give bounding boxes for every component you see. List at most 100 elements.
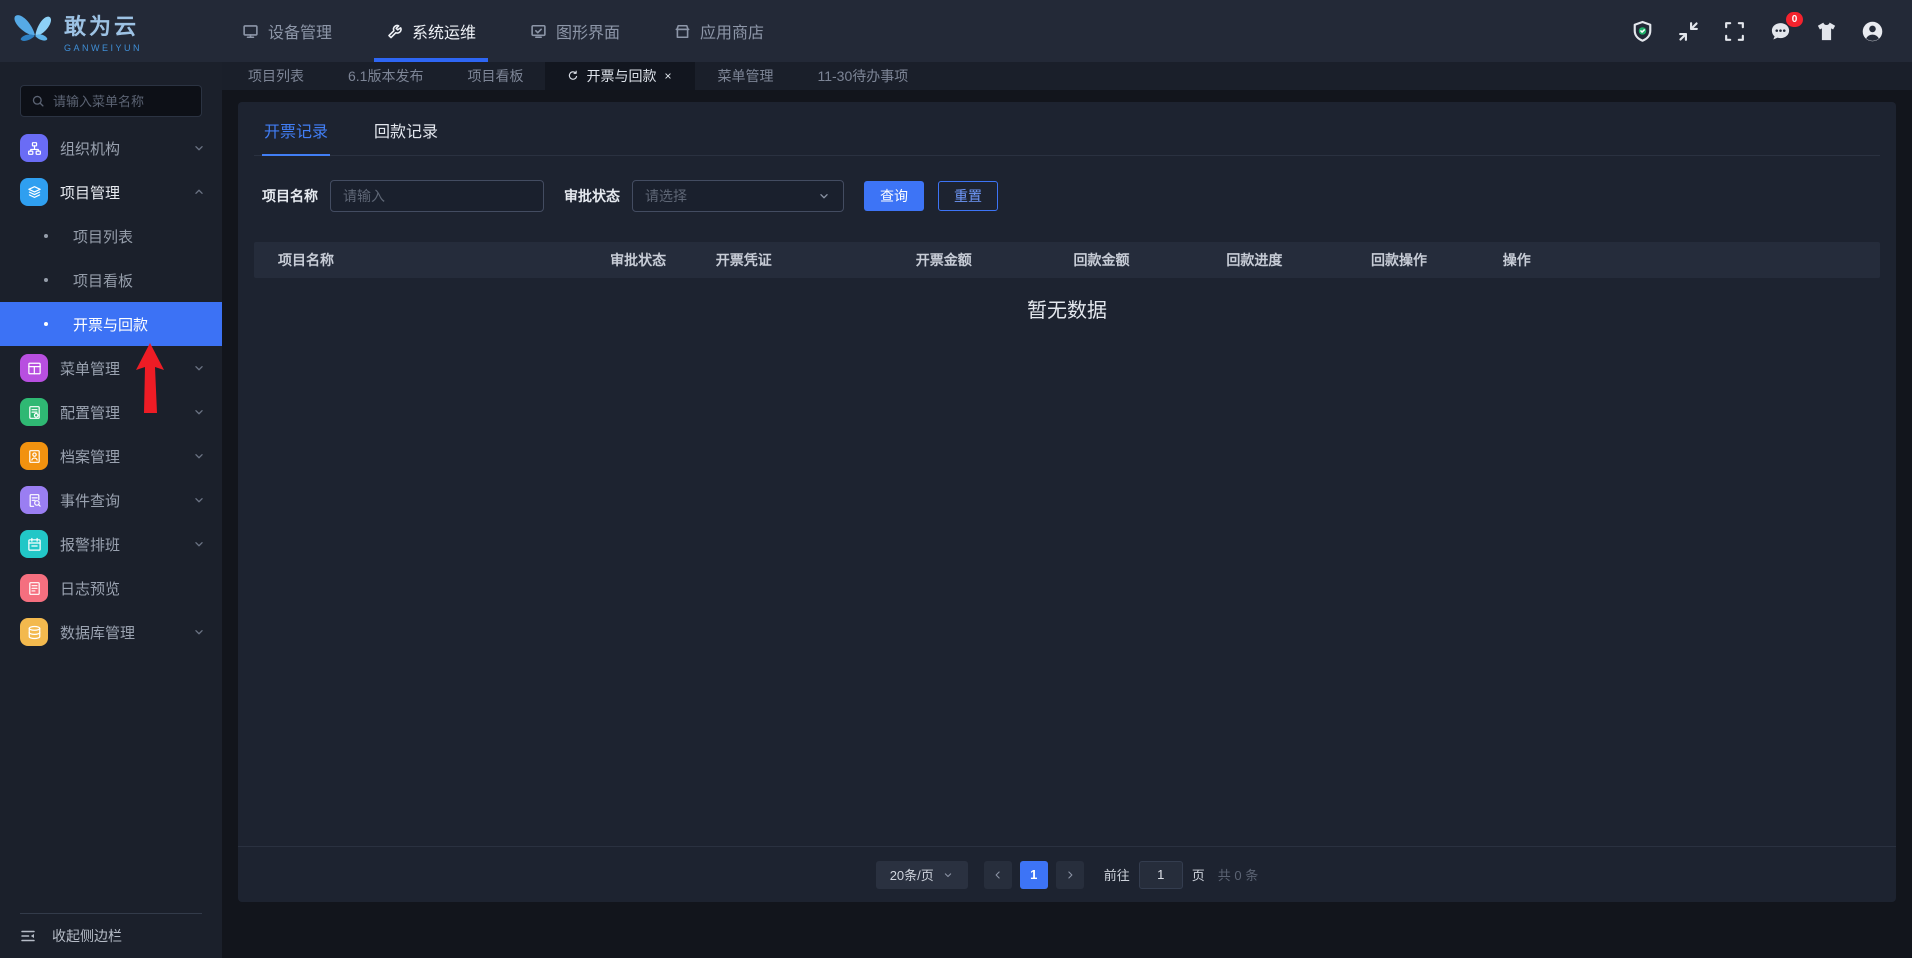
theme-shirt-icon[interactable] xyxy=(1815,20,1838,43)
brand: 敢为云 GANWEIYUN xyxy=(0,8,222,54)
wrench-icon xyxy=(388,24,402,38)
page-unit-label: 页 xyxy=(1191,868,1205,883)
approval-status-select[interactable]: 请选择 xyxy=(632,180,844,212)
chevron-down-icon xyxy=(192,537,206,551)
prev-page-button[interactable] xyxy=(983,860,1012,889)
column-header: 开票凭证 xyxy=(715,252,772,268)
chevron-down-icon xyxy=(192,405,206,419)
sidebar-item-1[interactable]: 组织机构 xyxy=(0,126,222,170)
sidebar-item-label: 日志预览 xyxy=(60,580,121,598)
open-tab-5[interactable]: 菜单管理 xyxy=(695,62,795,90)
total-count-label: 共 0 条 xyxy=(1217,868,1259,883)
open-tab-6[interactable]: 11-30待办事项 xyxy=(795,62,930,90)
open-tab-label: 11-30待办事项 xyxy=(817,68,909,84)
page-size-select[interactable]: 20条/页 xyxy=(875,860,968,889)
chevron-up-icon xyxy=(192,185,206,199)
database-icon xyxy=(28,625,40,639)
sidebar-subitem-2-3[interactable]: 开票与回款 xyxy=(0,302,222,346)
screenshot-frame-icon[interactable] xyxy=(1723,20,1746,43)
search-button[interactable]: 查询 xyxy=(864,181,924,211)
column-header: 操作 xyxy=(1502,252,1531,268)
chevron-down-icon xyxy=(192,449,206,463)
sidebar-item-label: 事件查询 xyxy=(60,492,121,510)
refresh-icon xyxy=(569,70,578,80)
content-area: 开票记录回款记录 项目名称 审批状态 请选择 查询 重置 项目名称审批状态开票 xyxy=(222,90,1912,958)
panel-tab-1[interactable]: 开票记录 xyxy=(262,102,331,156)
sidebar-item-3[interactable]: 菜单管理 xyxy=(0,346,222,390)
chevron-down-icon xyxy=(195,542,203,547)
current-page-button[interactable]: 1 xyxy=(1019,860,1048,889)
calendar-icon xyxy=(20,530,48,558)
open-tab-1[interactable]: 项目列表 xyxy=(226,62,326,90)
open-tab-label: 6.1版本发布 xyxy=(348,68,424,84)
next-page-button[interactable] xyxy=(1055,860,1084,889)
topnav-item-3[interactable]: 图形界面 xyxy=(526,0,624,62)
sidebar-subitem-label: 项目列表 xyxy=(73,228,134,246)
open-tab-2[interactable]: 6.1版本发布 xyxy=(326,62,445,90)
collapse-sidebar-button[interactable]: 收起侧边栏 xyxy=(0,914,222,958)
sidebar-item-8[interactable]: 日志预览 xyxy=(0,566,222,610)
sidebar-item-6[interactable]: 事件查询 xyxy=(0,478,222,522)
event-search-icon xyxy=(20,486,48,514)
sidebar-item-9[interactable]: 数据库管理 xyxy=(0,610,222,654)
brand-title: 敢为云 xyxy=(64,14,140,39)
layers-icon xyxy=(27,185,41,198)
topnav-label: 系统运维 xyxy=(412,25,477,42)
chevron-down-icon xyxy=(192,361,206,375)
sidebar-subitem-2-2[interactable]: 项目看板 xyxy=(0,258,222,302)
topnav-item-4[interactable]: 应用商店 xyxy=(670,0,768,62)
close-icon xyxy=(665,73,672,79)
goto-page-input[interactable] xyxy=(1138,860,1183,889)
topnav-item-1[interactable]: 设备管理 xyxy=(238,0,336,62)
column-header: 审批状态 xyxy=(610,252,667,268)
menu-grid-icon xyxy=(20,354,48,382)
chevron-down-icon xyxy=(195,498,203,503)
topnav-item-2[interactable]: 系统运维 xyxy=(374,0,489,62)
layers-icon xyxy=(20,178,48,206)
menu-search-input[interactable] xyxy=(53,93,191,109)
menu-search-box[interactable] xyxy=(20,85,202,117)
column-header: 开票金额 xyxy=(915,252,972,268)
brand-subtitle: GANWEIYUN xyxy=(64,43,143,53)
topnav-label: 设备管理 xyxy=(268,25,333,42)
sidebar-item-label: 报警排班 xyxy=(60,536,121,554)
security-shield-icon[interactable] xyxy=(1631,20,1654,43)
sidebar-item-2[interactable]: 项目管理 xyxy=(0,170,222,214)
message-icon[interactable]: 0 xyxy=(1769,11,1803,43)
sidebar-item-label: 项目管理 xyxy=(60,184,121,202)
column-header: 项目名称 xyxy=(278,252,334,268)
sidebar-item-label: 数据库管理 xyxy=(60,624,136,642)
panel-tabs: 开票记录 回款记录 xyxy=(254,102,1880,156)
chevron-right-icon xyxy=(1068,870,1073,879)
chevron-down-icon xyxy=(195,366,203,371)
open-tab-4[interactable]: 开票与回款 xyxy=(545,62,696,90)
topbar: 敢为云 GANWEIYUN 设备管理 系统运维 图形界面 应用商店 0 xyxy=(0,0,1912,62)
open-tab-3[interactable]: 项目看板 xyxy=(445,62,545,90)
exit-fullscreen-icon[interactable] xyxy=(1677,20,1700,43)
search-icon xyxy=(32,95,44,107)
sidebar-item-4[interactable]: 配置管理 xyxy=(0,390,222,434)
open-tab-label: 开票与回款 xyxy=(586,68,657,84)
chevron-down-icon xyxy=(820,194,828,199)
calendar-icon xyxy=(27,537,41,551)
reset-button[interactable]: 重置 xyxy=(938,181,998,211)
org-chart-icon xyxy=(20,134,48,162)
collapse-sidebar-icon xyxy=(21,930,35,942)
sidebar-item-5[interactable]: 档案管理 xyxy=(0,434,222,478)
table-header: 项目名称 审批状态 开票凭证 开票金额 回款金额 回款进度 回款操作 操作 xyxy=(254,242,1880,278)
user-avatar[interactable] xyxy=(1861,20,1884,43)
approval-status-label: 审批状态 xyxy=(564,188,620,204)
project-name-input[interactable] xyxy=(343,188,531,204)
config-doc-icon xyxy=(20,398,48,426)
open-tab-label: 项目列表 xyxy=(248,68,304,84)
active-nav-underline xyxy=(374,58,489,62)
archive-doc-icon xyxy=(28,449,40,463)
tab-refresh-icon[interactable] xyxy=(567,70,579,82)
graphic-screen-icon xyxy=(531,24,546,38)
panel-tab-2[interactable]: 回款记录 xyxy=(372,102,440,156)
sidebar-item-7[interactable]: 报警排班 xyxy=(0,522,222,566)
device-monitor-icon xyxy=(243,24,258,38)
config-doc-icon xyxy=(28,405,40,419)
tab-close-icon[interactable] xyxy=(663,71,673,81)
sidebar-subitem-2-1[interactable]: 项目列表 xyxy=(0,214,222,258)
